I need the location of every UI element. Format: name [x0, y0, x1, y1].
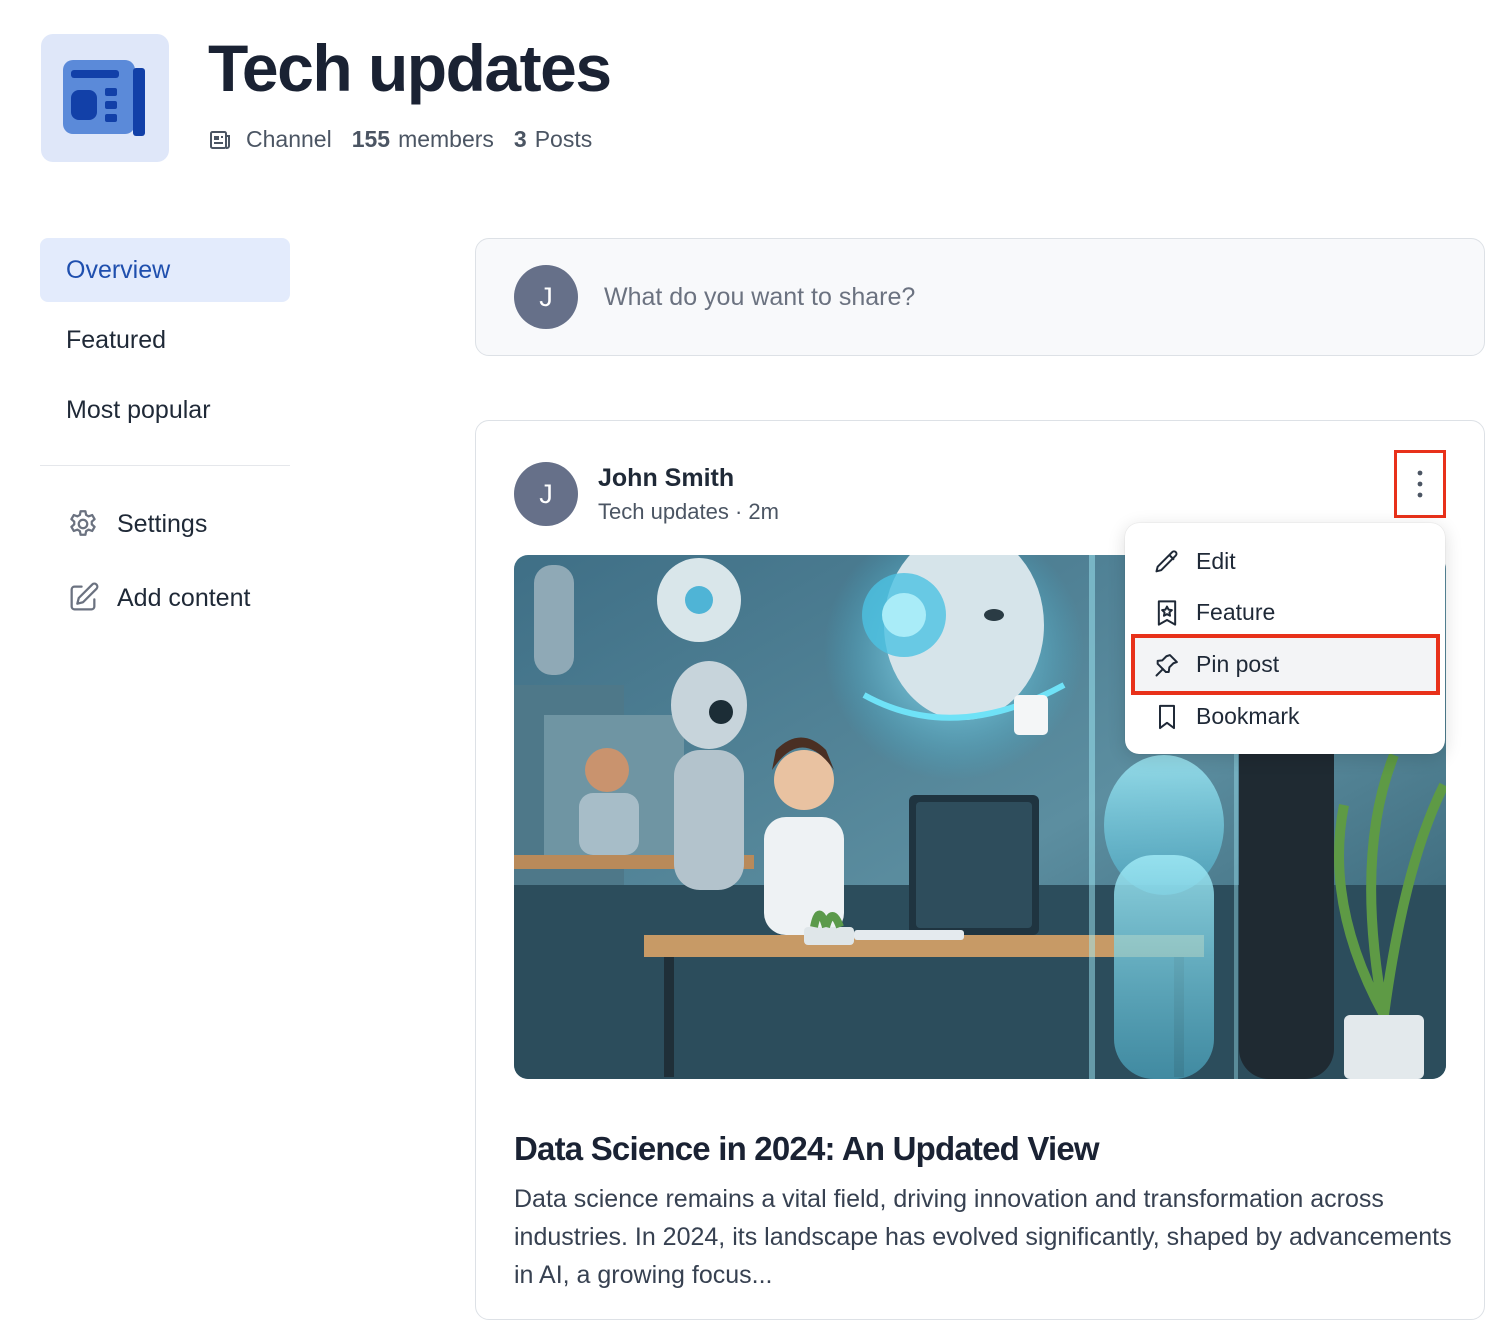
post-header: J John Smith Tech updates · 2m	[514, 462, 779, 526]
channel-type-label: Channel	[246, 126, 332, 152]
add-content-label: Add content	[117, 583, 251, 612]
more-options-button[interactable]	[1394, 450, 1446, 518]
composer-placeholder: What do you want to share?	[604, 282, 916, 311]
post-composer[interactable]: J What do you want to share?	[475, 238, 1485, 356]
menu-item-label: Pin post	[1196, 651, 1280, 677]
post-excerpt: Data science remains a vital field, driv…	[514, 1185, 1452, 1289]
menu-item-pin-post[interactable]: Pin post	[1131, 634, 1440, 695]
menu-item-edit[interactable]: Edit	[1125, 536, 1445, 587]
pencil-icon	[1153, 548, 1181, 576]
sidebar-item-featured[interactable]: Featured	[40, 308, 290, 372]
menu-item-feature[interactable]: Feature	[1125, 587, 1445, 638]
channel-logo	[41, 34, 169, 162]
posts-label: Posts	[534, 126, 593, 152]
settings-link[interactable]: Settings	[40, 492, 290, 556]
page-title: Tech updates	[208, 31, 612, 105]
menu-item-bookmark[interactable]: Bookmark	[1125, 691, 1445, 742]
post-options-menu: Edit Feature Pin post Bookmark	[1125, 523, 1445, 754]
author-avatar[interactable]: J	[514, 462, 578, 526]
sidebar-item-most-popular[interactable]: Most popular	[40, 378, 290, 442]
kebab-menu-icon	[1417, 470, 1423, 498]
post-author[interactable]: John Smith	[598, 463, 779, 493]
edit-square-icon	[66, 581, 100, 615]
menu-item-label: Edit	[1196, 548, 1236, 574]
news-feed-icon	[63, 60, 145, 136]
members-count: 155	[351, 126, 391, 152]
sidebar-divider	[40, 465, 290, 466]
posts-count: 3	[513, 126, 527, 152]
bookmark-icon	[1153, 703, 1181, 731]
channel-header: Tech updates Channel 155 members 3 Posts	[41, 34, 612, 162]
menu-item-label: Bookmark	[1196, 703, 1300, 729]
star-badge-icon	[1153, 599, 1181, 627]
settings-label: Settings	[117, 509, 208, 538]
sidebar-item-overview[interactable]: Overview	[40, 238, 290, 302]
menu-item-label: Feature	[1196, 599, 1276, 625]
gear-icon	[66, 507, 100, 541]
channel-meta: Channel 155 members 3 Posts	[208, 126, 592, 153]
members-label: members	[398, 126, 494, 152]
add-content-link[interactable]: Add content	[40, 566, 290, 630]
post-subtitle: Tech updates · 2m	[598, 499, 779, 524]
post-title[interactable]: Data Science in 2024: An Updated View	[514, 1130, 1100, 1168]
pin-icon	[1153, 651, 1181, 679]
sidebar: Overview Featured Most popular Settings …	[40, 238, 290, 630]
newspaper-icon	[208, 128, 232, 152]
avatar: J	[514, 265, 578, 329]
